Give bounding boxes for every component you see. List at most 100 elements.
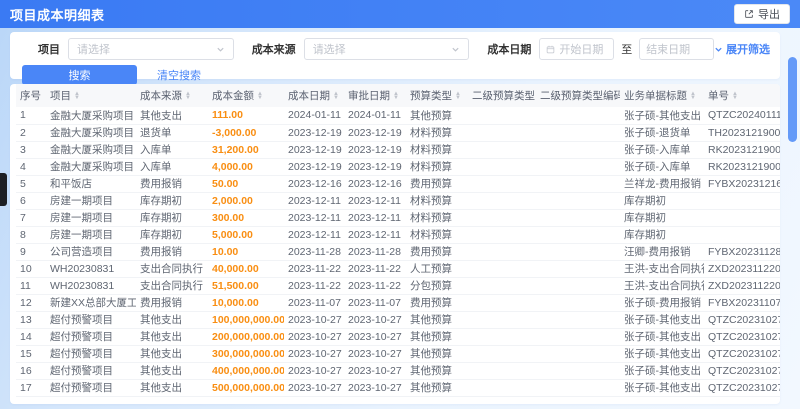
column-header-0: 序号 <box>16 84 46 107</box>
scrollbar-thumb[interactable] <box>788 57 797 142</box>
page-title: 项目成本明细表 <box>10 7 105 23</box>
sort-icon[interactable]: ▲ ▼ <box>74 91 80 101</box>
sort-icon[interactable]: ▲ ▼ <box>257 91 263 101</box>
cost-date-filter-label: 成本日期 <box>487 44 532 56</box>
cell-0: 15 <box>16 345 46 363</box>
cell-5: 2023-12-19 <box>344 158 406 176</box>
column-label: 序号 <box>20 90 41 102</box>
cell-1: 公司营造项目 <box>46 243 136 261</box>
cell-2: 其他支出 <box>136 362 208 380</box>
cell-3: 2,000.00 <box>208 192 284 210</box>
cell-7 <box>468 209 536 227</box>
cell-10 <box>704 209 780 227</box>
end-date-input[interactable]: 结束日期 <box>639 38 714 60</box>
clear-search-link[interactable]: 清空搜索 <box>157 67 201 83</box>
table-row: 12新建XX总部大厦工程二期费用报销10,000.002023-11-07202… <box>16 294 780 312</box>
column-header-5[interactable]: 审批日期 ▲ ▼ <box>344 84 406 107</box>
cell-9: 张子硕-其他支出 <box>620 328 704 346</box>
cell-1: 和平饭店 <box>46 175 136 193</box>
cell-9: 兰祥龙-费用报销 <box>620 175 704 193</box>
cell-0: 6 <box>16 192 46 210</box>
cell-2: 支出合同执行 <box>136 260 208 278</box>
cell-9: 张子硕-其他支出 <box>620 362 704 380</box>
cell-2: 库存期初 <box>136 209 208 227</box>
cell-0: 3 <box>16 141 46 159</box>
start-date-placeholder: 开始日期 <box>559 44 604 56</box>
project-filter-label: 项目 <box>38 44 60 56</box>
cell-4: 2023-11-22 <box>284 260 344 278</box>
column-header-10[interactable]: 单号 ▲ ▼ <box>704 84 780 107</box>
cell-3: 51,500.00 <box>208 277 284 295</box>
column-header-2[interactable]: 成本来源 ▲ ▼ <box>136 84 208 107</box>
column-header-4[interactable]: 成本日期 ▲ ▼ <box>284 84 344 107</box>
cell-2: 费用报销 <box>136 175 208 193</box>
column-label: 成本日期 <box>288 90 330 102</box>
cell-0: 13 <box>16 311 46 329</box>
cell-10 <box>704 192 780 210</box>
project-select[interactable]: 请选择 <box>68 38 234 60</box>
cell-3: 200,000,000.00 <box>208 328 284 346</box>
export-button[interactable]: 导出 <box>734 4 790 24</box>
table-row: 3 金融大厦采购项目 入库单 31,200.00 2023-12-19 2023-12-1… <box>16 141 780 159</box>
table-row: 5 和平饭店 费用报销 50.00 2023-12-16 2023-12-16 费用预算 兰祥… <box>16 175 780 193</box>
table-row: 13 超付预警项目 其他支出 100,000,000.00 2023-10-27 2023… <box>16 311 780 329</box>
cell-4: 2023-12-11 <box>284 192 344 210</box>
cost-source-select[interactable]: 请选择 <box>303 38 470 60</box>
column-label: 预算类型 <box>410 90 452 102</box>
cell-5: 2023-10-27 <box>344 311 406 329</box>
cell-3: 50.00 <box>208 175 284 193</box>
cell-2: 费用报销 <box>136 243 208 261</box>
cell-8 <box>536 158 620 176</box>
cell-9: 张子硕-入库单 <box>620 141 704 159</box>
cell-8 <box>536 277 620 295</box>
cell-4: 2023-11-28 <box>284 243 344 261</box>
cell-2: 库存期初 <box>136 192 208 210</box>
sort-icon[interactable]: ▲ ▼ <box>455 91 461 101</box>
cell-1: 金融大厦采购项目 <box>46 158 136 176</box>
cell-2: 其他支出 <box>136 311 208 329</box>
cell-6: 其他预算 <box>406 379 468 397</box>
cell-4: 2023-11-22 <box>284 277 344 295</box>
cell-8 <box>536 175 620 193</box>
column-header-9[interactable]: 业务单据标题 ▲ ▼ <box>620 84 704 107</box>
cell-5: 2024-01-11 <box>344 107 406 125</box>
cell-10: QTZC20231027002 <box>704 328 780 346</box>
sort-icon[interactable]: ▲ ▼ <box>393 91 399 101</box>
sort-icon[interactable]: ▲ ▼ <box>732 91 738 101</box>
cell-7 <box>468 243 536 261</box>
cell-2: 支出合同执行 <box>136 277 208 295</box>
sort-icon[interactable]: ▲ ▼ <box>690 91 696 101</box>
table-row: 9 公司营造项目 费用报销 10.00 2023-11-28 2023-11-28 费用预算… <box>16 243 780 261</box>
sort-icon[interactable]: ▲ ▼ <box>185 91 191 101</box>
column-header-3[interactable]: 成本金额 ▲ ▼ <box>208 84 284 107</box>
cell-7 <box>468 192 536 210</box>
cell-4: 2023-12-16 <box>284 175 344 193</box>
expand-filter-link[interactable]: 展开筛选 <box>714 41 770 57</box>
start-date-input[interactable]: 开始日期 <box>539 38 615 60</box>
cell-3: 111.00 <box>208 107 284 125</box>
column-label: 二级预算类型 <box>472 90 535 102</box>
cell-9: 王洪-支出合同执行 <box>620 260 704 278</box>
column-header-7[interactable]: 二级预算类型▲▼ <box>468 84 536 107</box>
cell-4: 2023-10-27 <box>284 345 344 363</box>
search-button[interactable]: 搜索 <box>22 65 137 85</box>
cell-0: 11 <box>16 277 46 295</box>
cell-6: 其他预算 <box>406 362 468 380</box>
table-row: 8 房建一期项目 库存期初 5,000.00 2023-12-11 2023-12-11 材… <box>16 226 780 244</box>
column-header-8[interactable]: 二级预算类型编码▲▼ <box>536 84 620 107</box>
cell-0: 12 <box>16 294 46 312</box>
cell-7 <box>468 141 536 159</box>
sort-icon[interactable]: ▲ ▼ <box>333 91 339 101</box>
cell-8 <box>536 311 620 329</box>
column-header-6[interactable]: 预算类型 ▲ ▼ <box>406 84 468 107</box>
cell-3: 40,000.00 <box>208 260 284 278</box>
calendar-icon <box>546 45 555 54</box>
cell-10 <box>704 226 780 244</box>
column-header-1[interactable]: 项目 ▲ ▼ <box>46 84 136 107</box>
column-label: 业务单据标题 <box>624 90 687 102</box>
cell-4: 2023-10-27 <box>284 362 344 380</box>
cell-2: 退货单 <box>136 124 208 142</box>
cell-8 <box>536 192 620 210</box>
side-panel-handle[interactable] <box>0 173 7 206</box>
table-row: 11 WH20230831 支出合同执行 51,500.00 2023-11-22 202… <box>16 277 780 295</box>
